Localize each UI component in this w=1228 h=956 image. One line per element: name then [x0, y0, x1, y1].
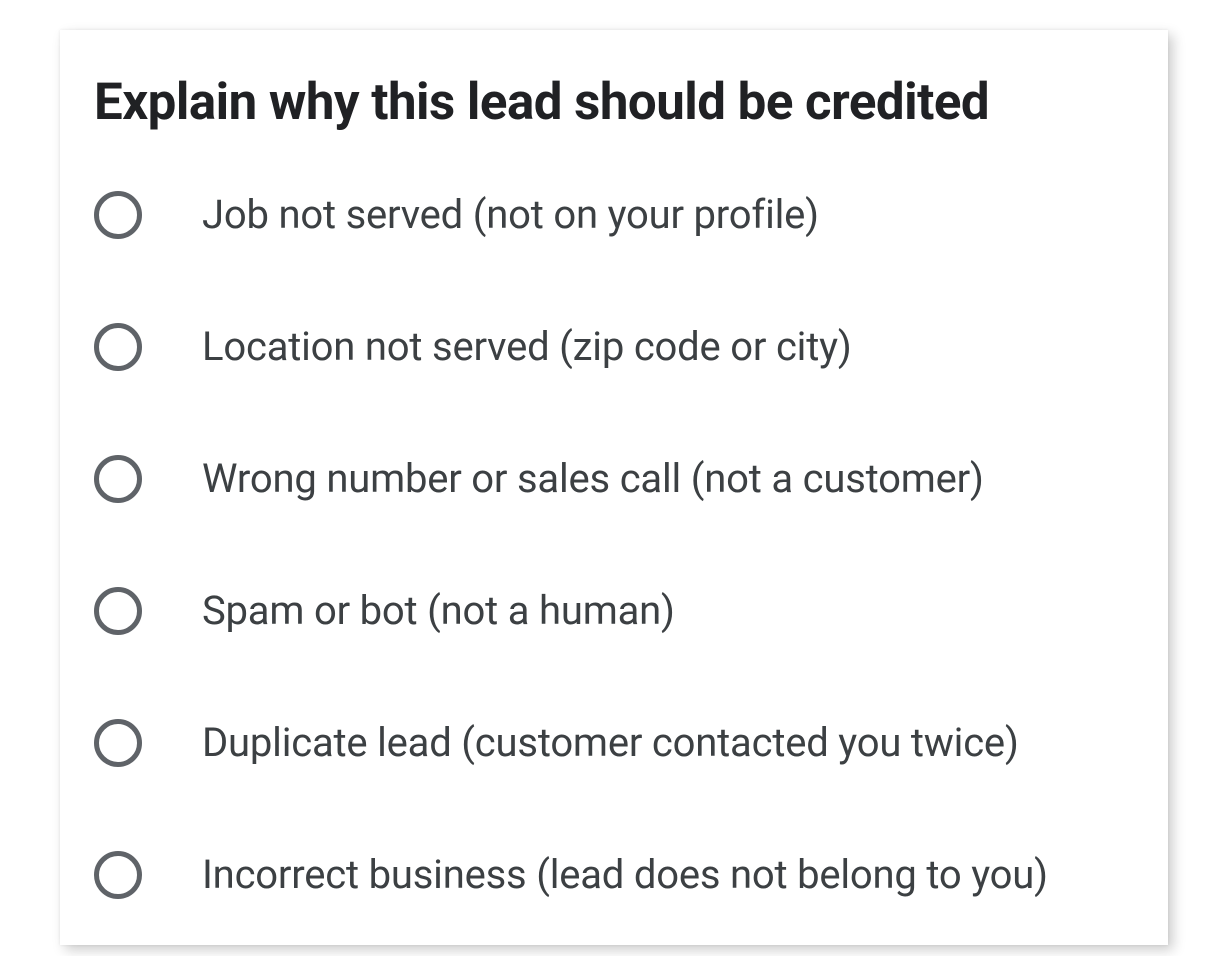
option-label: Wrong number or sales call (not a custom… [202, 453, 984, 505]
radio-icon [94, 587, 142, 635]
radio-icon [94, 323, 142, 371]
option-incorrect-business[interactable]: Incorrect business (lead does not belong… [94, 809, 1134, 901]
option-label: Location not served (zip code or city) [202, 321, 852, 373]
option-job-not-served[interactable]: Job not served (not on your profile) [94, 171, 1134, 281]
option-label: Job not served (not on your profile) [202, 189, 819, 241]
option-label: Duplicate lead (customer contacted you t… [202, 717, 1019, 769]
radio-icon [94, 191, 142, 239]
card-title: Explain why this lead should be credited [94, 74, 1134, 133]
option-spam-or-bot[interactable]: Spam or bot (not a human) [94, 545, 1134, 677]
option-label: Incorrect business (lead does not belong… [202, 849, 1048, 901]
radio-icon [94, 455, 142, 503]
option-location-not-served[interactable]: Location not served (zip code or city) [94, 281, 1134, 413]
option-wrong-number[interactable]: Wrong number or sales call (not a custom… [94, 413, 1134, 545]
lead-credit-card: Explain why this lead should be credited… [60, 30, 1168, 945]
option-duplicate-lead[interactable]: Duplicate lead (customer contacted you t… [94, 677, 1134, 809]
option-label: Spam or bot (not a human) [202, 585, 675, 637]
options-list: Job not served (not on your profile) Loc… [94, 171, 1134, 901]
radio-icon [94, 851, 142, 899]
radio-icon [94, 719, 142, 767]
